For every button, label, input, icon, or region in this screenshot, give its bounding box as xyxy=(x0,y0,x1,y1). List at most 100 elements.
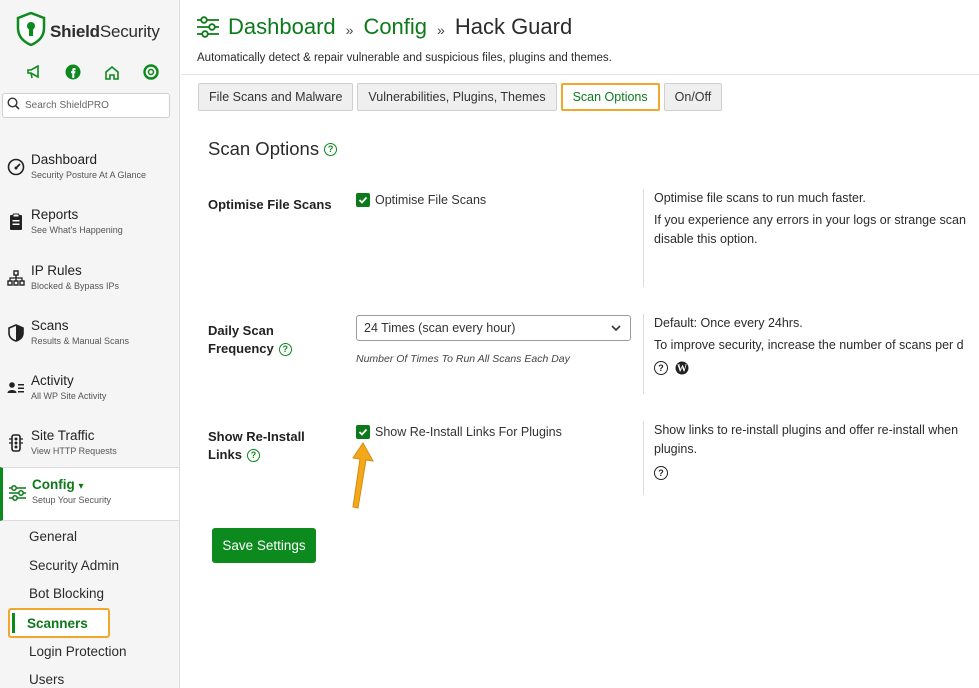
checkbox-label: Show Re-Install Links For Plugins xyxy=(375,425,562,439)
description-line: plugins. xyxy=(654,442,698,456)
panel-title: Scan Options ? xyxy=(208,138,338,160)
sidebar-item-activity[interactable]: Activity All WP Site Activity xyxy=(0,364,179,416)
option-label-optimise-file-scans: Optimise File Scans xyxy=(208,196,332,214)
sidebar-subitem-login-protection[interactable]: Login Protection xyxy=(29,644,127,659)
sidebar-item-subtitle: All WP Site Activity xyxy=(31,391,107,401)
sidebar-item-subtitle: Results & Manual Scans xyxy=(31,336,130,346)
description-line: Optimise file scans to run much faster. xyxy=(654,191,866,205)
checkmark-icon xyxy=(356,425,370,439)
panel-title-text: Scan Options xyxy=(208,138,320,159)
option-label-text: Optimise File Scans xyxy=(208,197,332,212)
option-label-show-reinstall-links: Show Re-Install Links? xyxy=(208,428,305,464)
sidebar-item-subtitle: View HTTP Requests xyxy=(31,446,117,456)
breadcrumb-separator: » xyxy=(437,22,445,38)
sidebar-subitem-security-admin[interactable]: Security Admin xyxy=(29,558,119,573)
wordpress-icon[interactable]: W xyxy=(675,361,689,375)
sidebar-item-title: Scans xyxy=(31,318,69,333)
shield-logo-icon xyxy=(16,11,46,51)
quick-links xyxy=(24,62,161,82)
chevron-down-icon: ▾ xyxy=(78,481,84,492)
option-description: Show links to re-install plugins and off… xyxy=(643,421,979,495)
scan-frequency-select[interactable]: 24 Times (scan every hour) xyxy=(356,315,631,341)
clipboard-icon xyxy=(7,213,25,231)
optimise-file-scans-checkbox[interactable]: Optimise File Scans xyxy=(356,193,486,207)
option-description: Optimise file scans to run much faster. … xyxy=(643,189,979,287)
breadcrumb-config[interactable]: Config xyxy=(363,14,427,40)
brand-name: ShieldSecurity xyxy=(50,21,160,41)
sidebar-item-reports[interactable]: Reports See What's Happening xyxy=(0,198,179,250)
sidebar-item-subtitle: See What's Happening xyxy=(31,225,123,235)
option-label-daily-scan-frequency: Daily Scan Frequency? xyxy=(208,322,292,358)
megaphone-icon[interactable] xyxy=(24,62,44,82)
tab-file-scans[interactable]: File Scans and Malware xyxy=(198,83,354,111)
network-icon xyxy=(7,269,25,287)
field-hint: Number Of Times To Run All Scans Each Da… xyxy=(356,353,570,365)
search-icon xyxy=(7,96,20,115)
help-icon[interactable]: ? xyxy=(654,361,668,375)
option-label-text: Show Re-Install xyxy=(208,429,305,444)
sidebar-item-title: Dashboard xyxy=(31,152,98,167)
sidebar-subitem-users[interactable]: Users xyxy=(29,672,64,687)
svg-text:W: W xyxy=(677,364,687,375)
shield-half-icon xyxy=(7,324,25,342)
tab-scan-options[interactable]: Scan Options xyxy=(560,83,660,111)
tab-vulnerabilities[interactable]: Vulnerabilities, Plugins, Themes xyxy=(357,83,557,111)
sidebar-subitem-bot-blocking[interactable]: Bot Blocking xyxy=(29,586,104,601)
sidebar-item-site-traffic[interactable]: Site Traffic View HTTP Requests xyxy=(0,419,179,471)
sidebar-item-title: Reports xyxy=(31,207,79,222)
header-divider xyxy=(181,74,979,75)
brand-logo[interactable]: ShieldSecurity xyxy=(16,11,160,51)
checkbox-label: Optimise File Scans xyxy=(375,193,487,207)
sidebar-item-subtitle: Security Posture At A Glance xyxy=(31,170,147,180)
description-line: disable this option. xyxy=(654,232,758,246)
sidebar-item-config[interactable]: Config ▾ Setup Your Security xyxy=(0,467,179,521)
breadcrumb-dashboard[interactable]: Dashboard xyxy=(228,14,336,40)
annotation-arrow-icon xyxy=(342,440,374,517)
show-reinstall-links-checkbox[interactable]: Show Re-Install Links For Plugins xyxy=(356,425,562,439)
breadcrumb: Dashboard » Config » Hack Guard xyxy=(196,14,572,40)
sidebar-subitem-general[interactable]: General xyxy=(29,529,77,544)
sidebar: ShieldSecurity Dashboard Security Postur… xyxy=(0,0,180,688)
help-icon[interactable]: ? xyxy=(246,448,260,462)
sidebar-item-dashboard[interactable]: Dashboard Security Posture At A Glance xyxy=(0,143,179,195)
sidebar-subitem-scanners[interactable]: Scanners xyxy=(8,608,110,638)
chevron-down-icon xyxy=(610,322,622,337)
sidebar-item-title: Site Traffic xyxy=(31,428,95,443)
breadcrumb-separator: » xyxy=(345,22,354,38)
sidebar-item-subtitle: Setup Your Security xyxy=(32,495,112,505)
option-label-text: Links xyxy=(208,447,242,462)
option-label-text: Daily Scan xyxy=(208,323,274,338)
lifebuoy-icon[interactable] xyxy=(141,62,161,82)
sidebar-item-title: Config ▾ xyxy=(32,477,84,492)
home-icon[interactable] xyxy=(102,62,122,82)
sidebar-item-title: Activity xyxy=(31,373,74,388)
traffic-icon xyxy=(7,434,25,452)
sidebar-item-title: IP Rules xyxy=(31,263,82,278)
sidebar-search xyxy=(2,93,170,118)
option-description: Default: Once every 24hrs. To improve se… xyxy=(643,314,979,394)
select-value: 24 Times (scan every hour) xyxy=(364,321,516,335)
section-tabs: File Scans and Malware Vulnerabilities, … xyxy=(198,83,726,111)
option-label-text: Frequency xyxy=(208,341,274,356)
help-icon[interactable]: ? xyxy=(324,142,338,156)
search-input[interactable] xyxy=(25,100,165,111)
sidebar-item-subtitle: Blocked & Bypass IPs xyxy=(31,281,120,291)
description-line: If you experience any errors in your log… xyxy=(654,213,966,227)
save-settings-button[interactable]: Save Settings xyxy=(212,528,316,563)
description-line: Show links to re-install plugins and off… xyxy=(654,423,959,437)
help-icon[interactable]: ? xyxy=(278,342,292,356)
tab-on-off[interactable]: On/Off xyxy=(663,83,723,111)
sliders-icon xyxy=(8,484,26,502)
gauge-icon xyxy=(7,158,25,176)
description-line: Default: Once every 24hrs. xyxy=(654,316,803,330)
facebook-icon[interactable] xyxy=(63,62,83,82)
description-line: To improve security, increase the number… xyxy=(654,338,964,352)
checkmark-icon xyxy=(356,193,370,207)
sliders-icon xyxy=(196,16,220,38)
user-list-icon xyxy=(7,379,25,397)
sidebar-item-scans[interactable]: Scans Results & Manual Scans xyxy=(0,309,179,361)
page-title: Hack Guard xyxy=(454,14,573,39)
page-subtitle: Automatically detect & repair vulnerable… xyxy=(197,52,612,64)
help-icon[interactable]: ? xyxy=(654,466,668,480)
sidebar-item-ip-rules[interactable]: IP Rules Blocked & Bypass IPs xyxy=(0,254,179,306)
